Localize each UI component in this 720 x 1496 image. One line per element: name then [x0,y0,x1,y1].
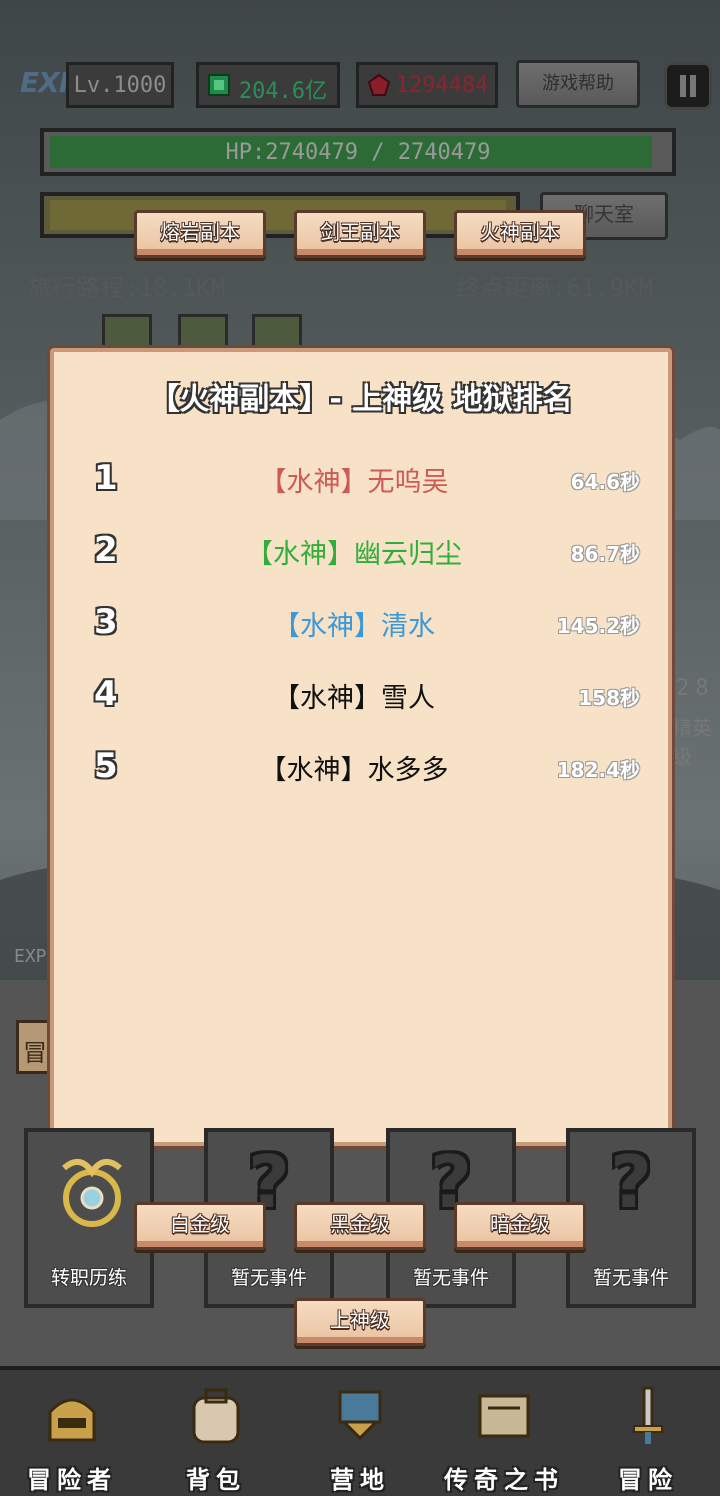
exp-small-fragment: EXP [14,946,47,967]
right-label-fragment: 精英级 [672,716,712,769]
bottom-nav: 冒险者 背包 营地 传奇之书 冒险 [0,1366,720,1496]
rank-player-name: 【水神】水多多 [259,755,449,786]
rank-time: 145.2秒 [556,614,640,638]
tier-platinum-button[interactable]: 白金级 [134,1202,266,1250]
sword-icon [633,1386,663,1444]
exp-bar-fill [50,200,506,230]
rank-time: 64.6秒 [570,470,640,494]
tier-black-gold-label: 黑金级 [330,1212,390,1236]
exp-bar [40,192,520,238]
tab-sword-king-dungeon[interactable]: 剑王副本 [294,210,426,258]
level-text: Lv.1000 [73,73,167,98]
legend-book-icon [478,1394,530,1438]
nav-legend-book[interactable]: 传奇之书 [432,1376,576,1496]
rank-time: 182.4秒 [556,758,640,782]
crown-helmet-icon [48,1398,96,1442]
rank-number: 5 [94,746,118,786]
ranking-row: 4 【水神】雪人 158秒 [54,670,668,730]
travel-distance: 旅行路程:18.1KM [28,274,226,302]
tier-dark-gold-button[interactable]: 暗金级 [454,1202,586,1250]
hp-bar: HP:2740479 / 2740479 [40,128,676,176]
ranking-row: 2 【水神】幽云归尘 86.7秒 [54,526,668,586]
rank-player-name: 【水神】雪人 [273,683,435,714]
emerald-coin-icon [208,74,230,96]
nav-camp[interactable]: 营地 [288,1376,432,1496]
tier-platinum-label: 白金级 [170,1212,230,1236]
nav-camp-label: 营地 [330,1466,390,1494]
event-card-label: 暂无事件 [230,1267,307,1289]
help-button-label: 游戏帮助 [542,73,614,94]
ranking-row: 1 【水神】无呜吴 64.6秒 [54,454,668,514]
rank-number: 3 [94,602,118,642]
ranking-row: 3 【水神】清水 145.2秒 [54,598,668,658]
gold-display: 204.6亿 [196,62,340,108]
gold-text: 204.6亿 [238,79,328,104]
backpack-icon [192,1388,240,1444]
tier-dark-gold-label: 暗金级 [490,1212,550,1236]
rank-time: 86.7秒 [570,542,640,566]
nav-adventure[interactable]: 冒险 [576,1376,720,1496]
tier-divine-button[interactable]: 上神级 [294,1298,426,1346]
question-mark-icon: ? [610,1140,652,1224]
nav-legend-book-label: 传奇之书 [444,1466,564,1494]
rank-number: 4 [94,674,118,714]
level-display: Lv.1000 [66,62,174,108]
zodiac-emblem-icon [62,1159,122,1227]
rank-number: 2 [94,530,118,570]
right-number-fragment: 28 [676,676,715,701]
nav-backpack-label: 背包 [186,1466,246,1494]
event-card-label: 暂无事件 [412,1267,489,1289]
hp-bar-text: HP:2740479 / 2740479 [225,140,491,165]
pause-icon [680,75,696,97]
ruby-gem-icon [367,73,391,96]
tab-fire-god-dungeon-label: 火神副本 [480,220,560,244]
nav-adventure-label: 冒险 [618,1466,678,1494]
tier-black-gold-button[interactable]: 黑金级 [294,1202,426,1250]
tab-lava-dungeon-label: 熔岩副本 [160,220,240,244]
ranking-row: 5 【水神】水多多 182.4秒 [54,742,668,802]
modal-title: 【火神副本】- 上神级 地狱排名 [149,382,573,417]
tab-lava-dungeon[interactable]: 熔岩副本 [134,210,266,258]
rank-player-name: 【水神】无呜吴 [259,467,449,498]
camp-banner-icon [338,1390,382,1441]
rank-number: 1 [94,458,118,498]
event-card-label: 暂无事件 [592,1267,669,1289]
help-button[interactable]: 游戏帮助 [516,60,640,108]
tab-fire-god-dungeon[interactable]: 火神副本 [454,210,586,258]
nav-adventurer-label: 冒险者 [27,1466,117,1494]
ranking-modal: 【火神副本】- 上神级 地狱排名 1 【水神】无呜吴 64.6秒 2 【水神】幽… [50,348,672,1146]
nav-adventurer[interactable]: 冒险者 [0,1376,144,1496]
nav-backpack[interactable]: 背包 [144,1376,288,1496]
gem-text: 1294484 [395,73,489,98]
tab-sword-king-dungeon-label: 剑王副本 [320,220,400,244]
rank-player-name: 【水神】幽云归尘 [246,539,462,570]
gem-display: 1294484 [356,62,498,108]
event-card-label: 转职历练 [50,1267,127,1289]
rank-player-name: 【水神】清水 [273,611,435,642]
pause-button[interactable] [664,62,712,110]
remaining-distance: 终点距离:61.9KM [456,274,654,302]
tier-divine-label: 上神级 [330,1308,390,1332]
left-tab-fragment-label: 冒 [23,1039,47,1067]
rank-time: 158秒 [578,686,640,710]
